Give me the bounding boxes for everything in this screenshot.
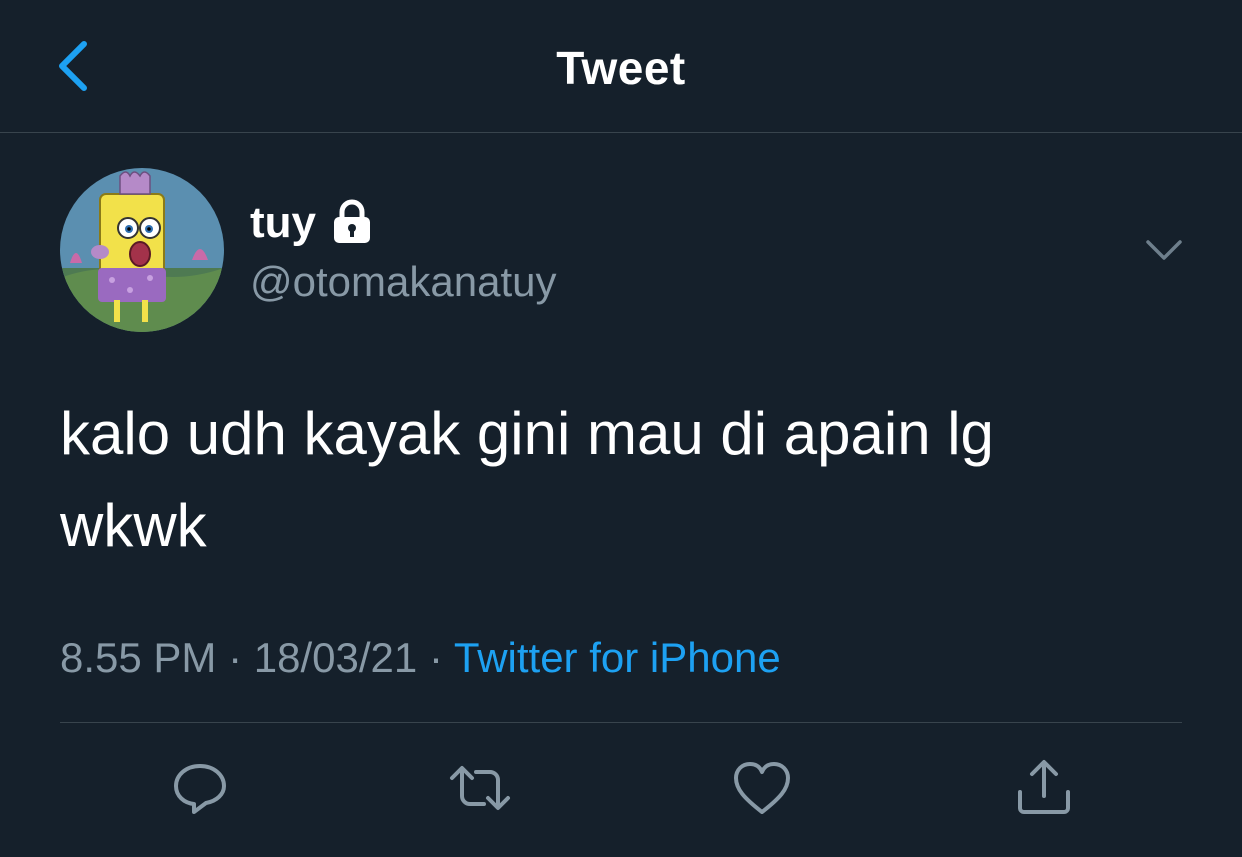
tweet-text-line: kalo udh kayak gini mau di apain lg <box>60 400 994 467</box>
tweet-date: 18/03/21 <box>253 634 418 681</box>
chevron-down-icon <box>1146 240 1182 260</box>
more-options-button[interactable] <box>1140 230 1188 270</box>
author-name[interactable]: tuy <box>250 196 374 250</box>
share-icon <box>1018 760 1070 814</box>
like-button[interactable] <box>730 756 794 820</box>
reply-icon <box>174 764 226 814</box>
avatar-image <box>60 168 224 332</box>
top-bar: Tweet <box>0 0 1242 133</box>
tweet-metadata: 8.55 PM · 18/03/21 · Twitter for iPhone <box>60 630 781 686</box>
share-button[interactable] <box>1012 756 1076 820</box>
author-handle[interactable]: @otomakanatuy <box>250 255 556 309</box>
like-icon <box>734 762 790 814</box>
tweet-source-link[interactable]: Twitter for iPhone <box>454 634 781 681</box>
retweet-icon <box>450 766 510 810</box>
tweet-time: 8.55 PM <box>60 634 217 681</box>
avatar[interactable] <box>60 168 224 332</box>
lock-icon <box>330 198 374 244</box>
page-title: Tweet <box>556 42 686 94</box>
reply-button[interactable] <box>168 756 232 820</box>
tweet-text: kalo udh kayak gini mau di apain lg wkwk <box>60 388 1180 572</box>
divider <box>60 722 1182 723</box>
display-name-text: tuy <box>250 198 316 247</box>
retweet-button[interactable] <box>448 756 512 820</box>
separator: · <box>428 634 443 681</box>
tweet-text-line: wkwk <box>60 492 207 559</box>
separator: · <box>228 634 243 681</box>
